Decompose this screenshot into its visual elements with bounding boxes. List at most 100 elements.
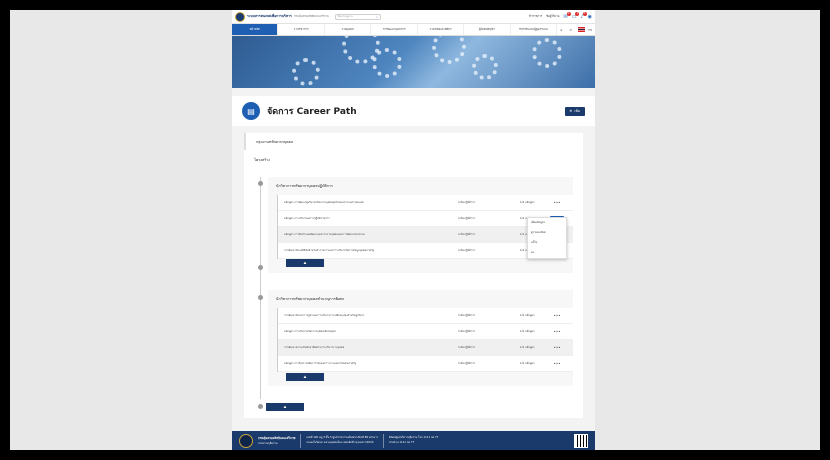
timeline-dot [258,265,263,270]
career-section: นักวิชาการทรัพยากรบุคคลชำนาญการพิเศษ การ… [268,290,573,386]
mail-icon[interactable]: ✉ 2 [563,11,571,20]
bell-badge: 3 [582,11,587,16]
structure-add-button[interactable]: ⛰ [266,403,304,411]
course-name: หลักสูตร การบริหารผลการปฏิบัติราชการ [284,216,330,220]
more-options-icon[interactable]: ••• [550,200,564,206]
nav-item-supervisor[interactable]: ผู้บังคับบัญชา [464,24,511,35]
timeline-dot [258,181,263,186]
course-count: 1/2 หลักสูตร [520,313,535,317]
menu-item-add-course[interactable]: เพิ่มหลักสูตร [528,218,566,228]
chat-icon[interactable]: ▭ 1 [572,11,580,20]
brand-title: ระบบสารสนเทศเพื่อการบริหาร [247,14,292,18]
section-title: นักวิชาการทรัพยากรบุคคลชำนาญการพิเศษ [276,297,344,301]
course-name: การพัฒนาทักษะดิจิทัลสำหรับข้าราชการและกา… [284,248,374,252]
org-logo[interactable] [235,11,245,22]
table-row: หลักสูตร การพัฒนาผู้บริหารทรัพยากรบุคคลย… [278,195,573,211]
footer-divider [300,433,302,448]
gear-graphic [292,58,320,86]
footer-logo [239,433,253,448]
timeline-line [260,177,261,399]
user-role: ข้าราชการ [528,14,543,18]
add-icon: ⛰ [303,375,307,379]
more-options-icon[interactable]: ••• [550,345,564,351]
gear-graphic [432,36,466,64]
course-level: ระดับปฏิบัติการ [458,200,476,204]
footer-address-line: เลขที่ 120 หมู่ 3 ชั้น 5 ศูนย์ราชการเฉลิ… [306,436,379,439]
main-nav: หน้าหลัก งานวิชาการ งานบุคคล การพัฒนาบุค… [232,24,595,36]
gear-graphic [532,38,562,68]
course-level: ระดับปฏิบัติการ [458,345,476,349]
structure-label: โครงสร้าง [254,158,270,162]
add-icon: ⛰ [283,405,287,409]
course-level: ระดับปฏิบัติการ [458,232,476,236]
course-level: ระดับปฏิบัติการ [458,248,476,252]
nav-close-icon[interactable]: × [566,24,575,35]
course-name: หลักสูตร การบริหารทรัพยากรบุคคลเชิงกลยุท… [284,329,336,333]
user-icon[interactable]: ◉ [588,14,592,20]
user-name[interactable]: ชื่อผู้ใช้งาน [546,14,559,19]
more-options-icon[interactable]: ••• [550,313,564,319]
footer-address-line: ถนนแจ้งวัฒนะ แขวงทุ่งสองห้อง เขตหลักสี่ … [306,441,374,444]
qr-code-icon [574,433,588,448]
search-placeholder: ค้นหาเมนูงาน [337,14,353,18]
menu-item-delete[interactable]: ลบ [528,248,566,258]
nav-item-academic[interactable]: งานวิชาการ [278,24,325,35]
course-level: ระดับปฏิบัติการ [458,329,476,333]
menu-item-edit[interactable]: แก้ไข [528,238,566,248]
top-bar: ระบบสารสนเทศเพื่อการบริหาร กรมคุ้มครองสิ… [232,10,595,24]
gear-graphic [372,48,402,78]
course-level: ระดับปฏิบัติการ [458,313,476,317]
course-count: 1/2 หลักสูตร [520,345,535,349]
timeline-dot [258,404,263,409]
menu-item-view[interactable]: ดูรายละเอียด [528,228,566,238]
section-add-button[interactable]: ⛰ [286,373,324,381]
nav-item-home[interactable]: หน้าหลัก [232,24,279,35]
nav-scroll-icon[interactable]: ▸ [557,24,566,35]
course-name: การพัฒนาทักษะภาวะผู้นำและการบริหารการเปล… [284,313,365,317]
add-button[interactable]: ⊕ เพิ่ม [564,106,585,116]
screen-canvas: ระบบสารสนเทศเพื่อการบริหาร กรมคุ้มครองสิ… [10,10,820,450]
section-add-button[interactable]: ⛰ [286,259,324,267]
more-options-icon[interactable]: ••• [550,361,564,367]
row-action-menu: เพิ่มหลักสูตร ดูรายละเอียด แก้ไข ลบ [527,217,567,259]
add-button-label: เพิ่ม [574,108,580,113]
bell-icon[interactable]: ♪ 3 [580,11,587,20]
course-name: การพัฒนาความเป็นมืออาชีพด้านการบริหารงาน… [284,345,345,349]
brand-subtitle: กรมคุ้มครองสิทธิและเสรีภาพ [293,14,329,18]
course-list: การพัฒนาทักษะภาวะผู้นำและการบริหารการเปล… [277,308,573,372]
nav-item-discipline[interactable]: งานวินัยและนิติกร [418,24,465,35]
search-icon[interactable]: ⌕ [376,15,378,19]
nav-item-admin[interactable]: กิจกรรมและผู้ดูแลระบบ [511,24,558,35]
footer-contact-line[interactable]: สายด่วน 1111 กด 77 [389,441,438,445]
top-bar-right: ข้าราชการ ชื่อผู้ใช้งาน ✉ 2 ▭ 1 ♪ 3 ◉ [528,11,592,20]
page-footer: กรมคุ้มครองสิทธิและเสรีภาพ กระทรวงยุติธร… [232,431,595,450]
course-level: ระดับปฏิบัติการ [458,361,476,365]
plus-icon: ⊕ [569,109,573,113]
table-row: การพัฒนาความเป็นมืออาชีพด้านการบริหารงาน… [278,340,573,356]
thai-flag-icon[interactable] [578,27,586,32]
page-header: ▤ จัดการ Career Path ⊕ เพิ่ม [232,96,595,126]
course-name: หลักสูตร การจัดทำแผนพัฒนาบุคลากรรายบุคคล… [284,232,366,236]
nav-item-development[interactable]: การพัฒนาบุคลากร [371,24,418,35]
table-row: หลักสูตร การวิเคราะห์อัตรากำลังและการวาง… [278,356,573,372]
page-title: จัดการ Career Path [267,107,357,117]
table-row: การพัฒนาทักษะภาวะผู้นำและการบริหารการเปล… [278,308,573,324]
career-path-panel: กลุ่มงานทรัพยากรบุคคล โครงสร้าง นักวิชาก… [244,133,583,418]
more-options-icon[interactable]: ••• [550,329,564,335]
timeline-dot [258,295,263,300]
gear-graphic [472,54,498,80]
course-count: 1/2 หลักสูตร [520,200,535,204]
add-icon: ⛰ [303,261,307,265]
footer-org-name: กรมคุ้มครองสิทธิและเสรีภาพ [258,435,296,440]
course-name: หลักสูตร การพัฒนาผู้บริหารทรัพยากรบุคคลย… [284,200,364,204]
nav-item-personnel[interactable]: งานบุคคล [325,24,372,35]
footer-org: กรมคุ้มครองสิทธิและเสรีภาพ กระทรวงยุติธร… [258,436,295,446]
hero-banner [232,36,595,88]
app-page: ระบบสารสนเทศเพื่อการบริหาร กรมคุ้มครองสิ… [232,10,595,450]
mail-badge: 2 [566,11,571,16]
footer-divider [383,433,385,448]
footer-org-sub: กระทรวงยุติธรรม [258,441,278,445]
language-label[interactable]: TH [588,24,592,35]
search-input[interactable]: ค้นหาเมนูงาน ⌕ [334,13,381,20]
chat-badge: 1 [575,11,580,16]
